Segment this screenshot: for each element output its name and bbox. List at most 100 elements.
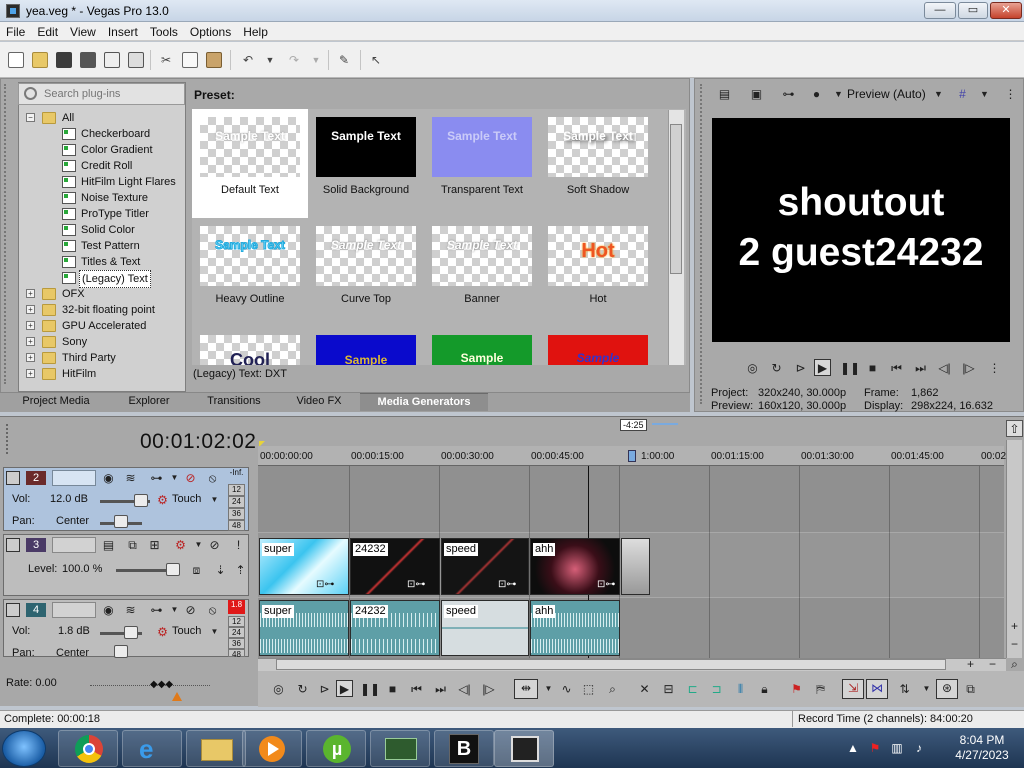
automation-mode-dropdown-icon[interactable]: ▼: [206, 624, 223, 641]
track-lane-2[interactable]: [258, 466, 1004, 532]
menu-edit[interactable]: Edit: [31, 22, 64, 40]
automation-mode-icon[interactable]: ⚙: [154, 624, 171, 641]
undo-dropdown-icon[interactable]: ▼: [262, 52, 278, 68]
maximize-timeline-icon[interactable]: ⇧: [1006, 420, 1023, 437]
zoom-edit-tool-icon[interactable]: ⌕: [604, 681, 621, 698]
collapse-icon[interactable]: −: [26, 113, 35, 122]
preset-solid-background[interactable]: Sample Text Solid Background: [308, 109, 424, 218]
tab-project-media[interactable]: Project Media: [8, 393, 104, 411]
automation-icon[interactable]: ≋: [122, 470, 139, 487]
cut-icon[interactable]: ✂: [158, 52, 174, 68]
menu-file[interactable]: File: [0, 22, 31, 40]
play-from-start-icon[interactable]: ⊳: [316, 681, 333, 698]
preset-banner[interactable]: Sample Text Banner: [424, 218, 540, 327]
tab-explorer[interactable]: Explorer: [106, 393, 192, 411]
grid-dropdown-icon[interactable]: ▼: [976, 86, 993, 103]
compositing-mode-icon[interactable]: ▤: [100, 537, 117, 554]
preview-quality-chevron-icon[interactable]: ▼: [930, 86, 947, 103]
taskbar-hardware-monitor-icon[interactable]: [370, 730, 430, 767]
level-slider-knob[interactable]: [166, 563, 180, 576]
pause-icon[interactable]: ❚❚: [360, 681, 380, 698]
overlays-dropdown-icon[interactable]: ▼: [830, 86, 847, 103]
preview-quality-dropdown[interactable]: Preview (Auto): [847, 87, 926, 101]
taskbar-update-checker-icon[interactable]: B: [434, 730, 494, 767]
automation-icon[interactable]: ≋: [122, 602, 139, 619]
timeline-grip[interactable]: [6, 424, 10, 454]
preview-menu-icon[interactable]: ⋮: [1002, 86, 1019, 103]
clip-crop-icon[interactable]: ⊡⊶: [407, 579, 425, 590]
start-button-icon[interactable]: [2, 730, 46, 767]
preset-soft-shadow[interactable]: Sample Text Soft Shadow: [540, 109, 656, 218]
pan-slider-knob[interactable]: [114, 515, 128, 528]
whats-this-help-icon[interactable]: ↖: [368, 52, 384, 68]
taskbar-chrome-icon[interactable]: [58, 730, 118, 767]
video-clip-super[interactable]: super ⊡⊶: [259, 538, 349, 595]
auto-ripple-dropdown-icon[interactable]: ▼: [918, 681, 935, 698]
menu-insert[interactable]: Insert: [102, 22, 144, 40]
go-to-start-icon[interactable]: ⏮: [888, 360, 905, 377]
ignore-grouping-icon[interactable]: ⧉: [962, 681, 979, 698]
preset-cool[interactable]: Cool: [192, 327, 308, 365]
render-icon[interactable]: [104, 52, 120, 68]
automation-mode[interactable]: Touch: [172, 625, 201, 637]
taskbar-vegas-pro-icon[interactable]: [494, 730, 554, 767]
action-center-icon[interactable]: ⚑: [868, 741, 882, 755]
play-icon[interactable]: ▶: [336, 680, 353, 697]
solo-icon[interactable]: ⊘: [182, 470, 199, 487]
previous-frame-icon[interactable]: ◁|: [456, 681, 473, 698]
preset-transparent-text[interactable]: Sample Text Transparent Text: [424, 109, 540, 218]
trim-end-icon[interactable]: ⊐: [708, 681, 725, 698]
pause-icon[interactable]: ❚❚: [840, 360, 860, 377]
menu-options[interactable]: Options: [184, 22, 237, 40]
record-icon[interactable]: ◎: [270, 681, 287, 698]
vegas-app-icon[interactable]: [6, 4, 20, 18]
horizontal-scroll-thumb[interactable]: [276, 659, 946, 670]
save-as-icon[interactable]: [80, 52, 96, 68]
track-fx-dropdown-icon[interactable]: ▼: [166, 602, 183, 619]
track-minimize-icon[interactable]: [6, 538, 20, 552]
volume-icon[interactable]: ♪: [912, 741, 926, 755]
loop-icon[interactable]: ↻: [294, 681, 311, 698]
cursor-handle-icon[interactable]: [628, 450, 636, 462]
copy-icon[interactable]: [182, 52, 198, 68]
rate-slider-knob-icon[interactable]: ◆◆◆: [150, 679, 173, 690]
tab-media-generators[interactable]: Media Generators: [360, 393, 488, 411]
preset-green[interactable]: Sample: [424, 327, 540, 365]
track-minimize-icon[interactable]: [6, 603, 20, 617]
minimize-button[interactable]: —: [924, 2, 956, 19]
play-from-start-icon[interactable]: ↻: [768, 360, 785, 377]
expand-icon[interactable]: +: [26, 321, 35, 330]
audio-clip-speed[interactable]: speed: [441, 600, 529, 656]
normal-edit-tool-icon[interactable]: ⇹: [514, 679, 538, 699]
paste-icon[interactable]: [206, 52, 222, 68]
lock-envelopes-icon[interactable]: ⊛: [936, 679, 958, 699]
go-to-start-icon[interactable]: ⏮: [408, 681, 425, 698]
clip-crop-icon[interactable]: ⊡⊶: [316, 579, 334, 590]
trim-icon[interactable]: ⊟: [660, 681, 677, 698]
tab-video-fx[interactable]: Video FX: [278, 393, 360, 411]
split-icon[interactable]: ⫴: [732, 681, 749, 698]
track-name-field[interactable]: [52, 470, 96, 486]
external-monitor-icon[interactable]: ▣: [748, 86, 765, 103]
go-to-end-icon[interactable]: ⏭: [432, 681, 449, 698]
track-fx-icon[interactable]: ⊶: [148, 602, 165, 619]
stop-icon[interactable]: ■: [864, 360, 881, 377]
save-icon[interactable]: [56, 52, 72, 68]
panel-grip[interactable]: [700, 84, 703, 404]
arm-record-icon[interactable]: ⦸: [204, 602, 221, 619]
automation-mode-icon[interactable]: ⚙: [154, 492, 171, 509]
track-motion-icon[interactable]: ⊞: [146, 537, 163, 554]
make-compositing-parent-icon[interactable]: ⇡: [232, 562, 249, 579]
envelope-tool-icon[interactable]: ∿: [558, 681, 575, 698]
track-fx-dropdown-icon[interactable]: ▼: [190, 537, 207, 554]
video-clip-ahh[interactable]: ahh ⊡⊶: [530, 538, 620, 595]
mute-icon[interactable]: ◉: [100, 602, 117, 619]
video-clip-24232[interactable]: 24232 ⊡⊶: [350, 538, 440, 595]
menu-help[interactable]: Help: [237, 22, 274, 40]
video-clip-text[interactable]: [621, 538, 650, 595]
arm-record-icon[interactable]: ⦸: [204, 470, 221, 487]
selection-tool-icon[interactable]: ⬚: [580, 681, 597, 698]
insert-region-icon[interactable]: ⛿: [812, 681, 829, 698]
mute-icon[interactable]: ⊘: [206, 537, 223, 554]
audio-clip-24232[interactable]: 24232: [350, 600, 440, 656]
